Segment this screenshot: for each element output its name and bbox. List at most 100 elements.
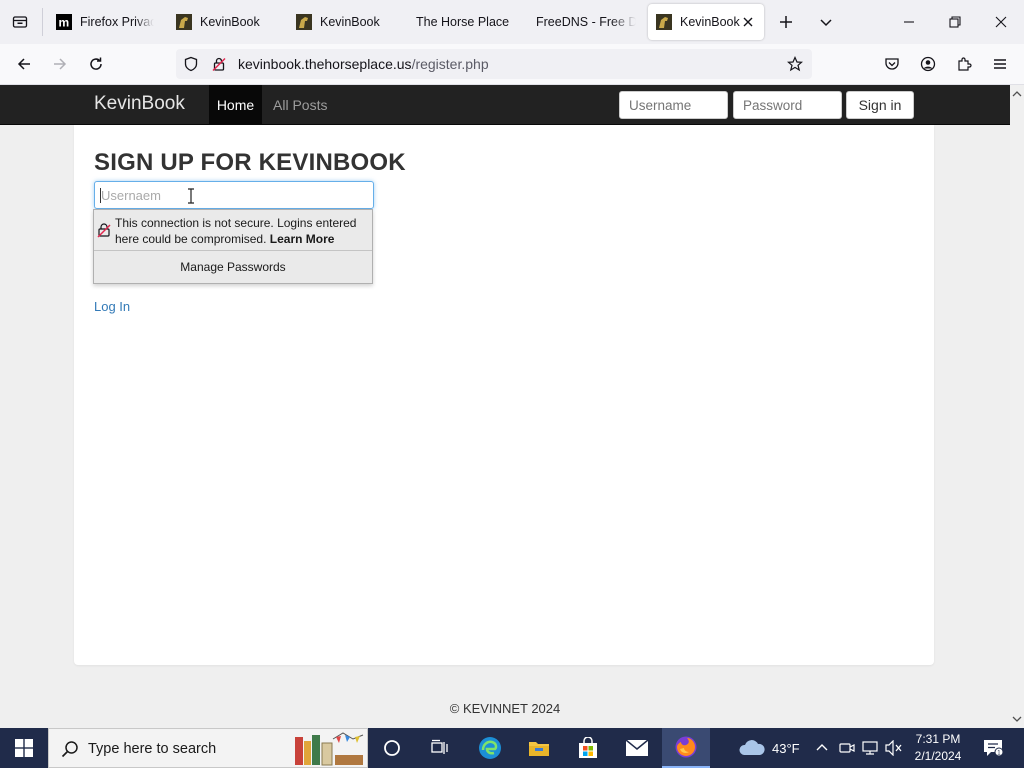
search-placeholder: Type here to search <box>88 741 217 757</box>
sign-in-button[interactable]: Sign in <box>846 91 914 119</box>
browser-tab-strip: m Firefox Privacy KevinBook KevinBook Th… <box>0 0 1024 44</box>
register-username-input[interactable]: Usernaem <box>94 181 374 209</box>
scroll-down-arrow-icon[interactable] <box>1012 714 1022 724</box>
close-window-button[interactable] <box>978 0 1024 44</box>
minimize-icon <box>904 21 914 23</box>
restore-button[interactable] <box>932 0 978 44</box>
clock-date: 2/1/2024 <box>914 749 962 763</box>
chevron-up-icon <box>816 744 828 751</box>
tab-freedns[interactable]: FreeDNS - Free DNS <box>536 4 636 40</box>
page-title: SIGN UP FOR KEVINBOOK <box>94 149 406 176</box>
volume-button[interactable] <box>885 728 903 768</box>
list-all-tabs-button[interactable] <box>812 8 840 36</box>
show-hidden-icons-button[interactable] <box>815 728 829 768</box>
account-icon <box>920 56 936 72</box>
login-autofill-popup: This connection is not secure. Logins en… <box>93 209 373 284</box>
manage-passwords-item[interactable]: Manage Passwords <box>94 251 372 283</box>
camera-icon <box>839 743 855 753</box>
puzzle-piece-icon <box>958 57 972 71</box>
edge-browser-icon <box>479 737 501 759</box>
chevron-down-icon <box>820 19 832 27</box>
url-bar[interactable]: kevinbook.thehorseplace.us/register.php <box>176 49 812 79</box>
clock-time: 7:31 PM <box>915 732 961 746</box>
extensions-button[interactable] <box>950 50 978 78</box>
navbar-username-input[interactable] <box>619 91 728 119</box>
reload-icon <box>90 57 102 70</box>
tab-title: KevinBook <box>200 15 260 29</box>
mozilla-m-icon: m <box>56 14 72 30</box>
page-viewport: KevinBook Home All Posts Sign in SIGN UP… <box>0 85 1024 728</box>
svg-text:m: m <box>59 16 70 30</box>
insecure-warning-text: This connection is not secure. Logins en… <box>115 215 365 247</box>
learn-more-link[interactable]: Learn More <box>270 232 335 246</box>
tab-title: KevinBook <box>320 15 380 29</box>
cortana-button[interactable] <box>368 728 416 768</box>
bookmark-star-icon[interactable] <box>786 55 804 73</box>
tab-the-horse-place[interactable]: The Horse Place <box>416 4 516 40</box>
restore-icon <box>949 16 961 28</box>
new-tab-button[interactable] <box>772 8 800 36</box>
action-center-button[interactable]: 1 <box>980 728 1006 768</box>
minimize-button[interactable] <box>886 0 932 44</box>
site-brand[interactable]: KevinBook <box>94 93 185 115</box>
app-menu-button[interactable] <box>986 50 1014 78</box>
back-button[interactable] <box>10 50 38 78</box>
task-view-icon <box>431 739 448 754</box>
taskbar-search-box[interactable]: Type here to search <box>48 728 368 768</box>
page-footer: © KEVINNET 2024 <box>449 701 561 716</box>
network-button[interactable] <box>862 728 878 768</box>
url-text: kevinbook.thehorseplace.us/register.php <box>238 56 489 72</box>
firefox-view-button[interactable] <box>6 8 34 36</box>
username-placeholder: Usernaem <box>101 188 161 203</box>
system-clock[interactable]: 7:31 PM 2/1/2024 <box>906 731 970 765</box>
arrow-left-icon <box>17 58 30 70</box>
plus-icon <box>780 16 792 28</box>
horse-favicon <box>656 14 672 30</box>
meet-now-button[interactable] <box>839 728 855 768</box>
cortana-circle-icon <box>384 740 400 756</box>
close-icon <box>995 16 1007 28</box>
cloud-weather-icon <box>739 740 765 755</box>
site-navbar: KevinBook Home All Posts Sign in <box>0 85 1010 125</box>
log-in-link[interactable]: Log In <box>94 299 130 314</box>
windows-logo-icon <box>15 739 33 757</box>
task-view-button[interactable] <box>416 728 464 768</box>
browser-navigation-bar: kevinbook.thehorseplace.us/register.php <box>0 44 1024 85</box>
tab-strip-divider <box>42 8 43 36</box>
tab-title: KevinBook <box>680 15 740 29</box>
tab-kevinbook-1[interactable]: KevinBook <box>176 4 276 40</box>
url-path: /register.php <box>411 56 489 72</box>
arrow-right-icon <box>54 58 67 70</box>
pocket-icon <box>885 58 899 70</box>
tab-firefox-privacy[interactable]: m Firefox Privacy <box>56 4 154 40</box>
edge-taskbar-button[interactable] <box>466 728 514 768</box>
store-bag-icon <box>579 737 597 758</box>
mail-taskbar-button[interactable] <box>613 728 661 768</box>
tracking-protection-shield-icon[interactable] <box>182 55 200 73</box>
forward-button[interactable] <box>46 50 74 78</box>
tab-title: The Horse Place <box>416 15 510 29</box>
nav-home-link[interactable]: Home <box>209 85 262 125</box>
page-scrollbar[interactable] <box>1010 85 1024 728</box>
tab-kevinbook-active[interactable]: KevinBook <box>648 4 764 40</box>
scroll-up-arrow-icon[interactable] <box>1012 89 1022 99</box>
network-monitor-icon <box>862 741 878 755</box>
search-highlight-books-icon <box>295 732 364 766</box>
pocket-button[interactable] <box>878 50 906 78</box>
folder-icon <box>529 742 549 756</box>
store-taskbar-button[interactable] <box>564 728 612 768</box>
start-button[interactable] <box>0 728 48 768</box>
firefox-taskbar-button[interactable] <box>662 728 710 768</box>
account-button[interactable] <box>914 50 942 78</box>
close-tab-icon[interactable] <box>740 14 756 30</box>
nav-all-posts-link[interactable]: All Posts <box>273 97 327 113</box>
notification-icon: 1 <box>984 740 1003 757</box>
navbar-password-input[interactable] <box>733 91 842 119</box>
tab-kevinbook-2[interactable]: KevinBook <box>296 4 396 40</box>
speaker-muted-icon <box>885 740 902 756</box>
insecure-lock-icon[interactable] <box>210 55 228 73</box>
weather-widget[interactable]: 43°F <box>738 728 800 768</box>
reload-button[interactable] <box>82 50 110 78</box>
file-explorer-taskbar-button[interactable] <box>515 728 563 768</box>
horse-favicon <box>176 14 192 30</box>
